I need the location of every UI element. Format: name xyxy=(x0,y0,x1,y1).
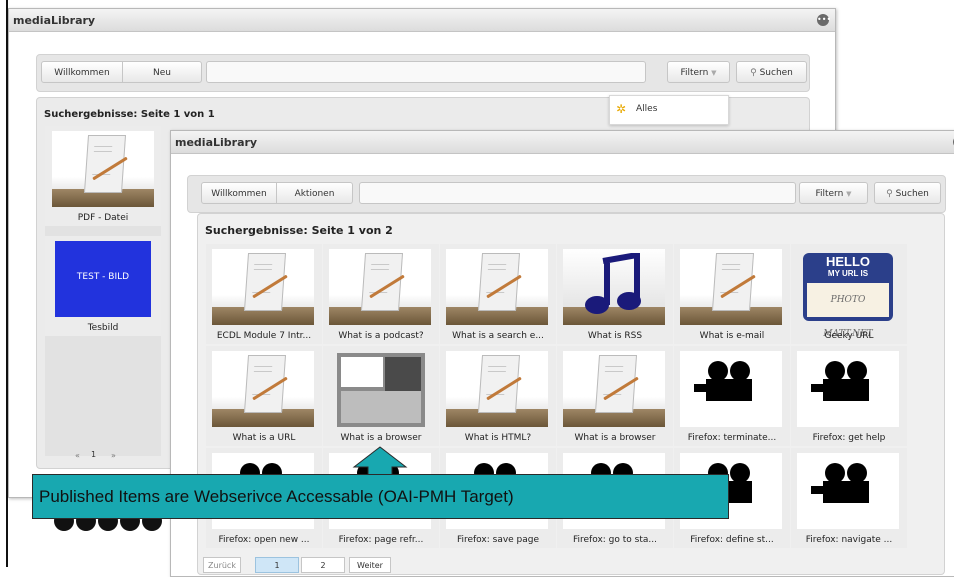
tag-line3: PHOTO MATT.NET xyxy=(807,283,889,339)
filter-option-label: Alles xyxy=(636,104,658,114)
tile-label: Firefox: save page xyxy=(456,535,540,545)
tile-label: What is HTML? xyxy=(464,433,532,443)
pager-next-button[interactable]: Weiter xyxy=(349,557,391,573)
search-input[interactable] xyxy=(206,61,646,83)
document-pencil-icon xyxy=(563,351,665,427)
filter-button[interactable]: Filtern ▼ xyxy=(667,61,730,83)
welcome-button[interactable]: Willkommen xyxy=(201,182,277,204)
tile-label: What is e-mail xyxy=(699,331,765,341)
filter-dropdown: ✲ Alles xyxy=(609,95,729,125)
tile-label: Tesbild xyxy=(87,323,119,333)
back-tile-column: PDF - Datei TEST - BILD Tesbild xyxy=(45,126,161,456)
tile[interactable]: What is a browser xyxy=(323,346,439,446)
window-menu-icon[interactable]: ••• xyxy=(817,14,831,26)
document-pencil-icon xyxy=(680,249,782,325)
tile[interactable]: What is a search e... xyxy=(440,244,556,344)
pager-prev-button[interactable]: Zurück xyxy=(203,557,241,573)
search-icon: ⚲ xyxy=(750,68,757,78)
tile[interactable]: ECDL Module 7 Intr... xyxy=(206,244,322,344)
document-pencil-icon xyxy=(212,351,314,427)
tile-label: Firefox: define st... xyxy=(690,535,774,545)
new-button[interactable]: Neu xyxy=(122,61,202,83)
filter-button[interactable]: Filtern ▼ xyxy=(799,182,868,204)
front-window-titlebar[interactable]: mediaLibrary • xyxy=(171,131,954,154)
tag-line2: MY URL IS xyxy=(827,269,869,278)
tile[interactable]: What is a URL xyxy=(206,346,322,446)
tile-label: What is a search e... xyxy=(452,331,544,341)
results-title: Suchergebnisse: Seite 1 von 1 xyxy=(44,109,215,120)
tile-label: Geeky URL xyxy=(824,331,874,341)
pager-page-button[interactable]: 1 xyxy=(91,450,96,459)
tile[interactable]: Firefox: get help xyxy=(791,346,907,446)
music-note-icon xyxy=(563,249,665,325)
tile-label: What is RSS xyxy=(587,331,643,341)
document-pencil-icon xyxy=(52,131,154,207)
tile[interactable]: What is RSS xyxy=(557,244,673,344)
video-camera-icon xyxy=(680,351,782,427)
pager-next-button[interactable]: » xyxy=(111,451,116,460)
screenshot-icon xyxy=(329,351,431,427)
back-pager: « 1 » xyxy=(45,448,161,466)
tile[interactable]: What is a podcast? xyxy=(323,244,439,344)
chevron-down-icon: ▼ xyxy=(846,190,852,198)
tile[interactable]: TEST - BILD Tesbild xyxy=(45,236,161,336)
actions-button[interactable]: Aktionen xyxy=(276,182,353,204)
callout-arrow-icon xyxy=(352,446,408,477)
document-pencil-icon xyxy=(446,249,548,325)
back-toolbar-panel: Willkommen Neu Filtern ▼ ⚲ Suchen xyxy=(36,54,810,92)
tile-label: Firefox: open new ... xyxy=(218,535,310,545)
window-title: mediaLibrary xyxy=(13,14,96,27)
search-label: Suchen xyxy=(759,68,793,78)
tile[interactable]: Firefox: navigate ... xyxy=(791,448,907,548)
back-window-titlebar[interactable]: mediaLibrary ••• xyxy=(9,9,835,32)
pager-page-1[interactable]: 1 xyxy=(255,557,299,573)
tile-label: ECDL Module 7 Intr... xyxy=(216,331,312,341)
tile[interactable]: What is a browser xyxy=(557,346,673,446)
search-icon: ⚲ xyxy=(886,189,893,199)
tile[interactable]: Firefox: terminate... xyxy=(674,346,790,446)
tile-label: PDF - Datei xyxy=(77,213,129,223)
tile-label: Firefox: page refr... xyxy=(338,535,424,545)
chevron-down-icon: ▼ xyxy=(711,69,717,77)
tile[interactable]: HELLO MY URL IS PHOTO MATT.NET Geeky URL xyxy=(791,244,907,344)
results-title: Suchergebnisse: Seite 1 von 2 xyxy=(205,224,393,237)
tile-label: What is a browser xyxy=(574,433,656,443)
search-button[interactable]: ⚲ Suchen xyxy=(736,61,807,83)
video-camera-icon xyxy=(797,351,899,427)
search-button[interactable]: ⚲ Suchen xyxy=(874,182,941,204)
front-toolbar-panel: Willkommen Aktionen Filtern ▼ ⚲ Suchen xyxy=(187,175,946,213)
filter-label: Filtern xyxy=(680,68,709,78)
search-input[interactable] xyxy=(359,182,796,204)
test-image: TEST - BILD xyxy=(55,241,151,317)
callout-banner: Published Items are Webserivce Accessabl… xyxy=(32,474,729,519)
star-icon: ✲ xyxy=(616,102,627,116)
pager-page-2[interactable]: 2 xyxy=(301,557,345,573)
window-title: mediaLibrary xyxy=(175,136,258,149)
tile-label: What is a podcast? xyxy=(338,331,424,341)
tile-label: Firefox: navigate ... xyxy=(805,535,893,545)
tile[interactable]: PDF - Datei xyxy=(45,126,161,226)
filter-label: Filtern xyxy=(815,189,844,199)
test-image-text: TEST - BILD xyxy=(76,272,130,282)
tile-label: Firefox: go to sta... xyxy=(573,535,657,545)
tile-label: Firefox: get help xyxy=(812,433,886,443)
tile[interactable]: What is e-mail xyxy=(674,244,790,344)
front-results-panel: Suchergebnisse: Seite 1 von 2 ECDL Modul… xyxy=(197,213,945,575)
document-pencil-icon xyxy=(329,249,431,325)
document-pencil-icon xyxy=(446,351,548,427)
pager-prev-button[interactable]: « xyxy=(75,451,80,460)
video-camera-icon xyxy=(797,453,899,529)
filter-option-all[interactable]: ✲ Alles xyxy=(610,96,728,124)
search-label: Suchen xyxy=(895,189,929,199)
tile-label: Firefox: terminate... xyxy=(687,433,777,443)
document-pencil-icon xyxy=(212,249,314,325)
tile-label: What is a URL xyxy=(232,433,296,443)
welcome-button[interactable]: Willkommen xyxy=(41,61,123,83)
tile[interactable]: What is HTML? xyxy=(440,346,556,446)
name-tag-icon: HELLO MY URL IS PHOTO MATT.NET xyxy=(797,249,899,339)
tile-label: What is a browser xyxy=(340,433,422,443)
